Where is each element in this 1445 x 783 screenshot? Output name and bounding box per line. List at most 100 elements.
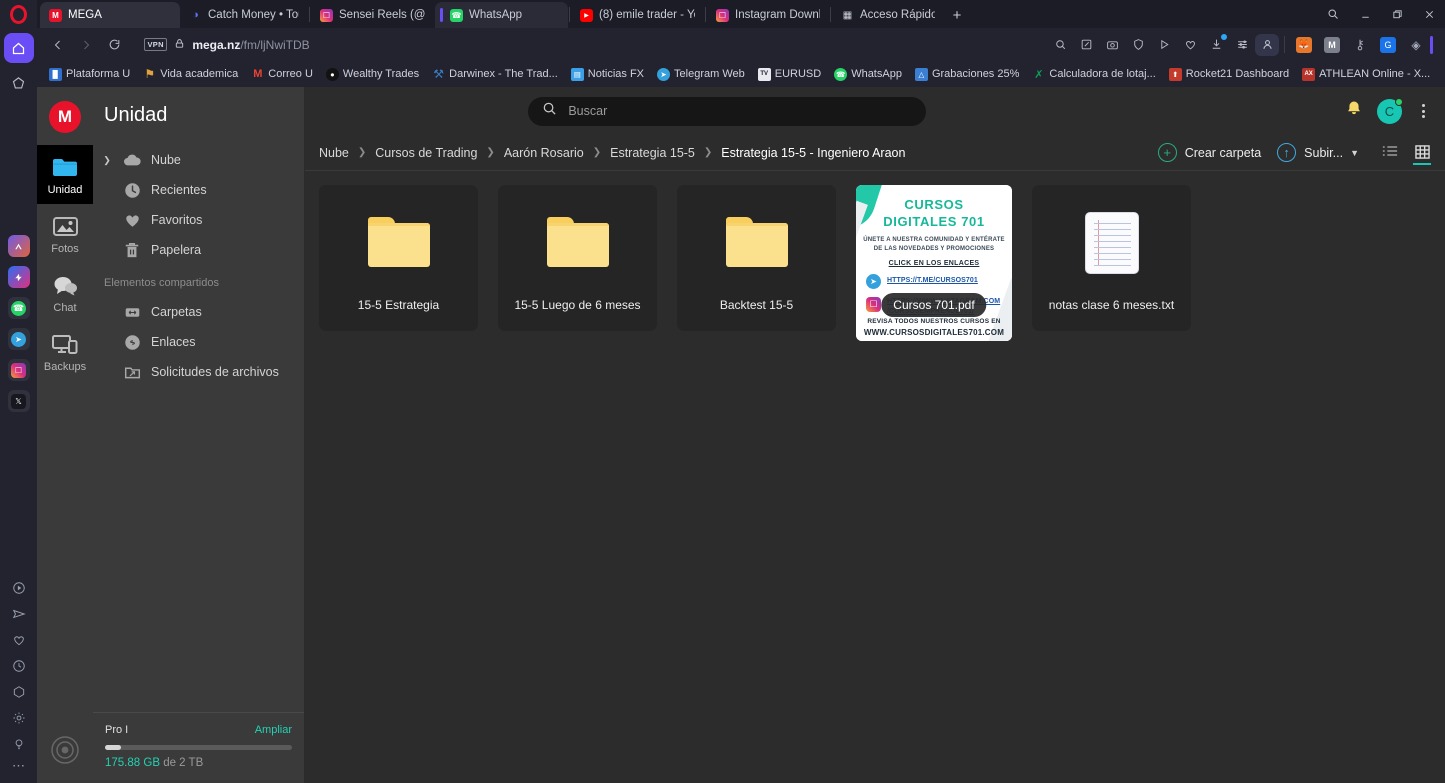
- sidebar-item-solicitudes[interactable]: ❯ Solicitudes de archivos: [93, 357, 304, 387]
- upgrade-link[interactable]: Ampliar: [255, 724, 292, 736]
- player-icon[interactable]: [4, 575, 34, 601]
- bookmark-item[interactable]: TV EURUSD: [752, 66, 827, 83]
- x-twitter-icon[interactable]: 𝕏: [7, 390, 30, 412]
- brave-extension[interactable]: ◈: [1408, 37, 1424, 53]
- whatsapp-icon[interactable]: ☎: [7, 297, 30, 319]
- browser-tab[interactable]: ☐ Sensei Reels (@sensei_ree: [311, 2, 435, 28]
- file-card-pdf[interactable]: CURSOS DIGITALES 701 ÚNETE A NUESTRA COM…: [856, 185, 1012, 341]
- sidebar-item-favoritos[interactable]: ❯ Favoritos: [93, 205, 304, 235]
- mega-extension[interactable]: M: [1324, 36, 1340, 53]
- browser-tab[interactable]: M MEGA: [40, 2, 180, 28]
- bookmark-item[interactable]: ● Wealthy Trades: [320, 66, 425, 83]
- more-dots-icon[interactable]: ⋯: [4, 757, 34, 783]
- instagram-icon[interactable]: ☐: [7, 359, 30, 381]
- bookmark-item[interactable]: ⚒ Darwinex - The Trad...: [426, 66, 564, 83]
- sidebar-item-chat[interactable]: Chat: [37, 263, 93, 322]
- close-button[interactable]: [1413, 0, 1445, 28]
- heart-icon[interactable]: [4, 627, 34, 653]
- kebab-menu-icon[interactable]: [1416, 100, 1431, 122]
- breadcrumb-item[interactable]: Aarón Rosario: [504, 146, 584, 160]
- upload-button[interactable]: ↑ Subir... ▼: [1277, 143, 1359, 162]
- metamask-extension[interactable]: 🦊: [1296, 36, 1312, 53]
- breadcrumb-item[interactable]: Estrategia 15-5: [610, 146, 695, 160]
- bookmark-item[interactable]: AX ATHLEAN Online - X...: [1296, 66, 1436, 83]
- bookmark-item[interactable]: △ Grabaciones 25%: [909, 66, 1025, 83]
- search-bar[interactable]: [528, 96, 927, 126]
- adblock-extension[interactable]: ⚷: [1352, 37, 1368, 53]
- new-tab-button[interactable]: +: [944, 2, 970, 28]
- easy-setup-icon[interactable]: [1229, 32, 1255, 58]
- maximize-button[interactable]: [1381, 0, 1413, 28]
- url-bar[interactable]: VPN mega.nz/fm/ljNwiTDB: [134, 32, 1045, 58]
- bookmark-item[interactable]: ✗ Calculadora de lotaj...: [1026, 66, 1161, 83]
- bookmark-item[interactable]: ▤ Noticias FX: [565, 66, 650, 83]
- bell-icon[interactable]: [1345, 99, 1363, 123]
- tab-search-icon[interactable]: [1317, 0, 1349, 28]
- bookmark-item[interactable]: M Correo U: [245, 66, 319, 83]
- avatar[interactable]: C: [1376, 97, 1403, 124]
- browser-tab[interactable]: ◑ Catch Money • TouLh: [180, 2, 308, 28]
- breadcrumb-item[interactable]: Nube: [319, 146, 349, 160]
- file-card-folder[interactable]: 15-5 Estrategia: [319, 185, 478, 331]
- aria-ai-icon[interactable]: [7, 235, 30, 257]
- chevron-down-icon[interactable]: ▼: [1350, 148, 1359, 158]
- settings-gear-icon[interactable]: [4, 705, 34, 731]
- player-icon[interactable]: [1151, 32, 1177, 58]
- bookmark-item[interactable]: ▉ Plataforma U: [43, 66, 136, 83]
- bookmark-item[interactable]: ☎ WhatsApp: [828, 66, 908, 83]
- grid-view-icon[interactable]: [1413, 143, 1431, 165]
- profile-icon[interactable]: [1255, 33, 1279, 56]
- back-button[interactable]: [45, 32, 71, 58]
- mega-logo[interactable]: M: [49, 101, 81, 133]
- tips-bulb-icon[interactable]: [4, 731, 34, 757]
- chevron-right-icon[interactable]: ❯: [101, 155, 113, 166]
- telegram-icon[interactable]: ➤: [7, 328, 30, 350]
- grammarly-extension[interactable]: G: [1380, 36, 1396, 53]
- messenger-icon[interactable]: [7, 266, 30, 288]
- browser-tab[interactable]: ☎ WhatsApp: [435, 2, 568, 28]
- pinboards-icon[interactable]: [4, 68, 34, 98]
- sidebar-item-nube[interactable]: ❯ Nube: [93, 145, 304, 175]
- shield-icon[interactable]: [1125, 32, 1151, 58]
- vpn-badge[interactable]: VPN: [144, 38, 168, 51]
- reload-button[interactable]: [101, 32, 127, 58]
- sidebar-item-label: Solicitudes de archivos: [151, 365, 279, 379]
- sidebar-item-recientes[interactable]: ❯ Recientes: [93, 175, 304, 205]
- browser-tab[interactable]: ☐ Instagram Downloader - D: [707, 2, 829, 28]
- file-card-txt[interactable]: notas clase 6 meses.txt: [1032, 185, 1191, 331]
- search-input[interactable]: [568, 104, 913, 118]
- camera-icon[interactable]: [1099, 32, 1125, 58]
- sidebar-item-backups[interactable]: Backups: [37, 322, 93, 381]
- sidebar-item-enlaces[interactable]: ❯ Enlaces: [93, 327, 304, 357]
- file-card-folder[interactable]: 15-5 Luego de 6 meses: [498, 185, 657, 331]
- browser-tab[interactable]: ▶ (8) emile trader - YouTube: [571, 2, 704, 28]
- sidebar-item-fotos[interactable]: Fotos: [37, 204, 93, 263]
- bookmark-item[interactable]: ⚑ Vida academica: [137, 66, 244, 83]
- list-view-icon[interactable]: [1381, 143, 1399, 163]
- breadcrumb-item[interactable]: Cursos de Trading: [375, 146, 477, 160]
- tab-audio-indicator: [440, 8, 443, 22]
- zoom-icon[interactable]: [1047, 32, 1073, 58]
- heart-icon[interactable]: [1177, 32, 1203, 58]
- minimize-button[interactable]: [1349, 0, 1381, 28]
- sidebar-item-carpetas[interactable]: ❯ Carpetas: [93, 297, 304, 327]
- forward-button[interactable]: [73, 32, 99, 58]
- opera-logo[interactable]: [0, 0, 37, 28]
- browser-tab[interactable]: ▦ Acceso Rápido: [832, 2, 944, 28]
- send-icon[interactable]: [4, 601, 34, 627]
- mega-badge-icon[interactable]: [51, 736, 79, 769]
- downloads-icon[interactable]: [1203, 32, 1229, 58]
- sidebar-item-unidad[interactable]: Unidad: [37, 145, 93, 204]
- bookmark-item[interactable]: ➤ Telegram Web: [651, 66, 751, 83]
- cube-icon[interactable]: [4, 679, 34, 705]
- bookmark-item[interactable]: ⬆ Rocket21 Dashboard: [1163, 66, 1295, 83]
- rail-label: Chat: [53, 302, 77, 314]
- sidebar-item-papelera[interactable]: ❯ Papelera: [93, 235, 304, 265]
- snapshot-edit-icon[interactable]: [1073, 32, 1099, 58]
- file-card-folder[interactable]: Backtest 15-5: [677, 185, 836, 331]
- bookmark-item[interactable]: ▉Analytics | Página pri...: [1437, 66, 1445, 83]
- create-folder-button[interactable]: + Crear carpeta: [1157, 143, 1261, 162]
- history-icon[interactable]: [4, 653, 34, 679]
- home-icon[interactable]: [3, 33, 34, 63]
- breadcrumb-item-current[interactable]: Estrategia 15-5 - Ingeniero Araon: [721, 146, 905, 160]
